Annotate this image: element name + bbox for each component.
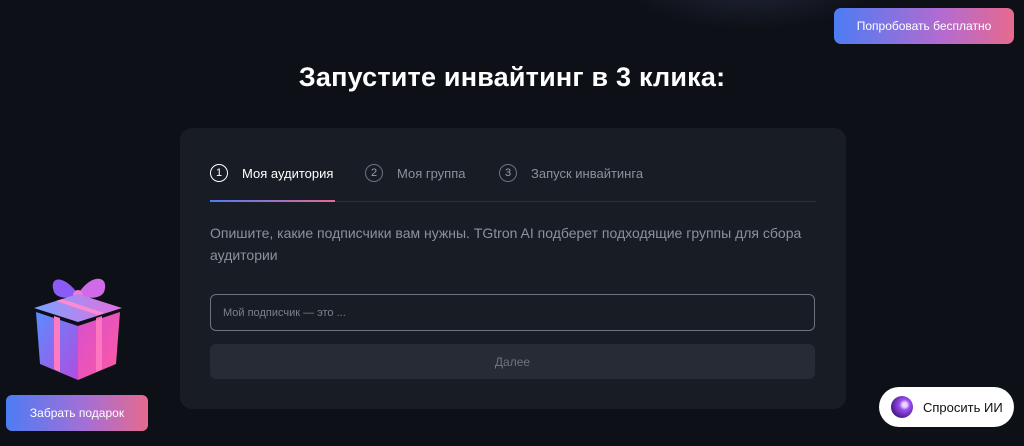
step-number-1: 1 [210, 164, 228, 182]
step-number-3: 3 [499, 164, 517, 182]
active-tab-indicator [210, 200, 335, 202]
next-button[interactable]: Далее [210, 344, 815, 379]
step-label-2: Моя группа [397, 165, 466, 181]
step-label-3: Запуск инвайтинга [531, 165, 644, 181]
gift-icon[interactable] [28, 268, 128, 386]
tab-my-audience[interactable]: 1 Моя аудитория [210, 162, 333, 184]
setup-card: 1 Моя аудитория 2 Моя группа 3 Запуск ин… [180, 128, 846, 409]
ai-orb-icon [891, 396, 913, 418]
step-number-2: 2 [365, 164, 383, 182]
tab-my-group[interactable]: 2 Моя группа [365, 162, 466, 184]
page-title: Запустите инвайтинг в 3 клика: [298, 62, 726, 92]
ask-ai-label: Спросить ИИ [923, 399, 1003, 415]
subscriber-input[interactable] [210, 294, 815, 331]
ask-ai-button[interactable]: Спросить ИИ [879, 387, 1014, 427]
form-description: Опишите, какие подписчики вам нужны. TGt… [210, 225, 802, 263]
steps-tabs: 1 Моя аудитория 2 Моя группа 3 Запуск ин… [210, 160, 816, 202]
try-free-button[interactable]: Попробовать бесплатно [834, 8, 1014, 44]
step-label-1: Моя аудитория [242, 165, 334, 181]
tab-launch-inviting[interactable]: 3 Запуск инвайтинга [499, 162, 643, 184]
claim-gift-button[interactable]: Забрать подарок [6, 395, 148, 431]
